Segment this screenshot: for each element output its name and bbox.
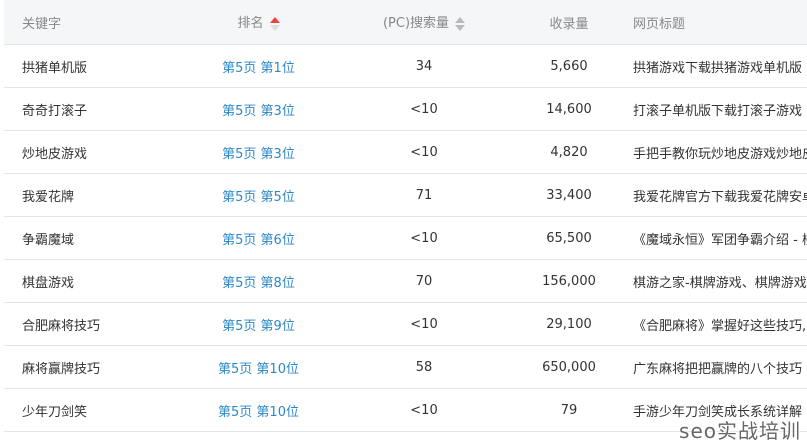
keyword-cell: 炒地皮游戏 bbox=[22, 146, 88, 162]
scrollbar[interactable] bbox=[801, 0, 807, 446]
header-rank[interactable]: 排名 bbox=[188, 12, 329, 32]
rank-link[interactable]: 第5页 第3位 bbox=[188, 100, 329, 119]
table-row: 炒地皮游戏 第5页 第3位 <10 4,820 手把手教你玩炒地皮游戏炒地皮 bbox=[4, 131, 807, 174]
search-volume-cell: 58 bbox=[415, 359, 433, 375]
page-title-cell: 《合肥麻将》掌握好这些技巧, bbox=[633, 318, 807, 334]
table-row: 奇奇打滚子 第5页 第3位 <10 14,600 打滚子单机版下载打滚子游戏 bbox=[4, 88, 807, 131]
keyword-cell: 麻将赢牌技巧 bbox=[22, 361, 101, 377]
indexed-count-cell: 650,000 bbox=[542, 359, 596, 375]
indexed-count-cell: 14,600 bbox=[546, 101, 592, 117]
keyword-cell: 合肥麻将技巧 bbox=[22, 318, 101, 334]
keyword-cell: 少年刀剑笑 bbox=[22, 404, 88, 420]
header-keyword: 关键字 bbox=[22, 16, 62, 32]
indexed-count-cell: 4,820 bbox=[550, 144, 588, 160]
keyword-cell: 争霸魔域 bbox=[22, 232, 75, 248]
header-search-volume[interactable]: (PC)搜索量 bbox=[329, 12, 519, 32]
table-row: 合肥麻将技巧 第5页 第9位 <10 29,100 《合肥麻将》掌握好这些技巧, bbox=[4, 303, 807, 346]
indexed-count-cell: 79 bbox=[560, 402, 578, 418]
search-volume-cell: <10 bbox=[410, 144, 438, 160]
search-volume-cell: 71 bbox=[415, 187, 433, 203]
page-title-cell: 手把手教你玩炒地皮游戏炒地皮 bbox=[633, 146, 807, 162]
search-volume-cell: <10 bbox=[410, 101, 438, 117]
indexed-count-cell: 29,100 bbox=[546, 316, 592, 332]
indexed-count-cell: 156,000 bbox=[542, 273, 596, 289]
table-row: 我爱花牌 第5页 第5位 71 33,400 我爱花牌官方下载我爱花牌安卓 bbox=[4, 174, 807, 217]
indexed-count-cell: 5,660 bbox=[550, 58, 588, 74]
watermark-text: seo实战培训 bbox=[679, 419, 801, 443]
keyword-ranking-table: 关键字 排名 (PC)搜索量 收录量 网页标题 拱猪单机版 第5页 第1位 34 5,… bbox=[4, 0, 807, 432]
page-title-cell: 棋游之家-棋牌游戏、棋牌游戏 bbox=[633, 275, 807, 291]
search-volume-cell: <10 bbox=[410, 230, 438, 246]
page-title-cell: 广东麻将把把赢牌的八个技巧 bbox=[633, 361, 803, 377]
search-volume-cell: 34 bbox=[415, 58, 433, 74]
rank-link[interactable]: 第5页 第10位 bbox=[188, 401, 329, 420]
page-title-cell: 我爱花牌官方下载我爱花牌安卓 bbox=[633, 189, 807, 205]
header-rank-label[interactable]: 排名 bbox=[237, 16, 263, 31]
table-row: 麻将赢牌技巧 第5页 第10位 58 650,000 广东麻将把把赢牌的八个技巧 bbox=[4, 346, 807, 389]
rank-link[interactable]: 第5页 第10位 bbox=[188, 358, 329, 377]
search-volume-cell: 70 bbox=[415, 273, 433, 289]
page-title-cell: 《魔域永恒》军团争霸介绍 - 楼 bbox=[633, 232, 807, 248]
table-row: 争霸魔域 第5页 第6位 <10 65,500 《魔域永恒》军团争霸介绍 - 楼 bbox=[4, 217, 807, 260]
search-volume-cell: <10 bbox=[410, 316, 438, 332]
rank-link[interactable]: 第5页 第8位 bbox=[188, 272, 329, 291]
keyword-cell: 奇奇打滚子 bbox=[22, 103, 88, 119]
sort-icon[interactable] bbox=[455, 16, 466, 32]
table-header: 关键字 排名 (PC)搜索量 收录量 网页标题 bbox=[4, 0, 807, 45]
page-title-cell: 打滚子单机版下载打滚子游戏 bbox=[633, 103, 803, 119]
table-row: 棋盘游戏 第5页 第8位 70 156,000 棋游之家-棋牌游戏、棋牌游戏 bbox=[4, 260, 807, 303]
rank-link[interactable]: 第5页 第9位 bbox=[188, 315, 329, 334]
table-row: 拱猪单机版 第5页 第1位 34 5,660 拱猪游戏下载拱猪游戏单机版 bbox=[4, 45, 807, 88]
rank-link[interactable]: 第5页 第5位 bbox=[188, 186, 329, 205]
keyword-cell: 棋盘游戏 bbox=[22, 275, 75, 291]
header-page-title: 网页标题 bbox=[633, 16, 686, 32]
indexed-count-cell: 33,400 bbox=[546, 187, 592, 203]
sort-ascending-active-icon[interactable] bbox=[269, 16, 280, 32]
keyword-cell: 拱猪单机版 bbox=[22, 60, 88, 76]
indexed-count-cell: 65,500 bbox=[546, 230, 592, 246]
header-search-volume-label[interactable]: (PC)搜索量 bbox=[383, 16, 449, 31]
page-title-cell: 拱猪游戏下载拱猪游戏单机版 bbox=[633, 60, 803, 76]
keyword-cell: 我爱花牌 bbox=[22, 189, 75, 205]
search-volume-cell: <10 bbox=[410, 402, 438, 418]
rank-link[interactable]: 第5页 第1位 bbox=[188, 57, 329, 76]
header-indexed: 收录量 bbox=[549, 16, 589, 32]
rank-link[interactable]: 第5页 第6位 bbox=[188, 229, 329, 248]
rank-link[interactable]: 第5页 第3位 bbox=[188, 143, 329, 162]
